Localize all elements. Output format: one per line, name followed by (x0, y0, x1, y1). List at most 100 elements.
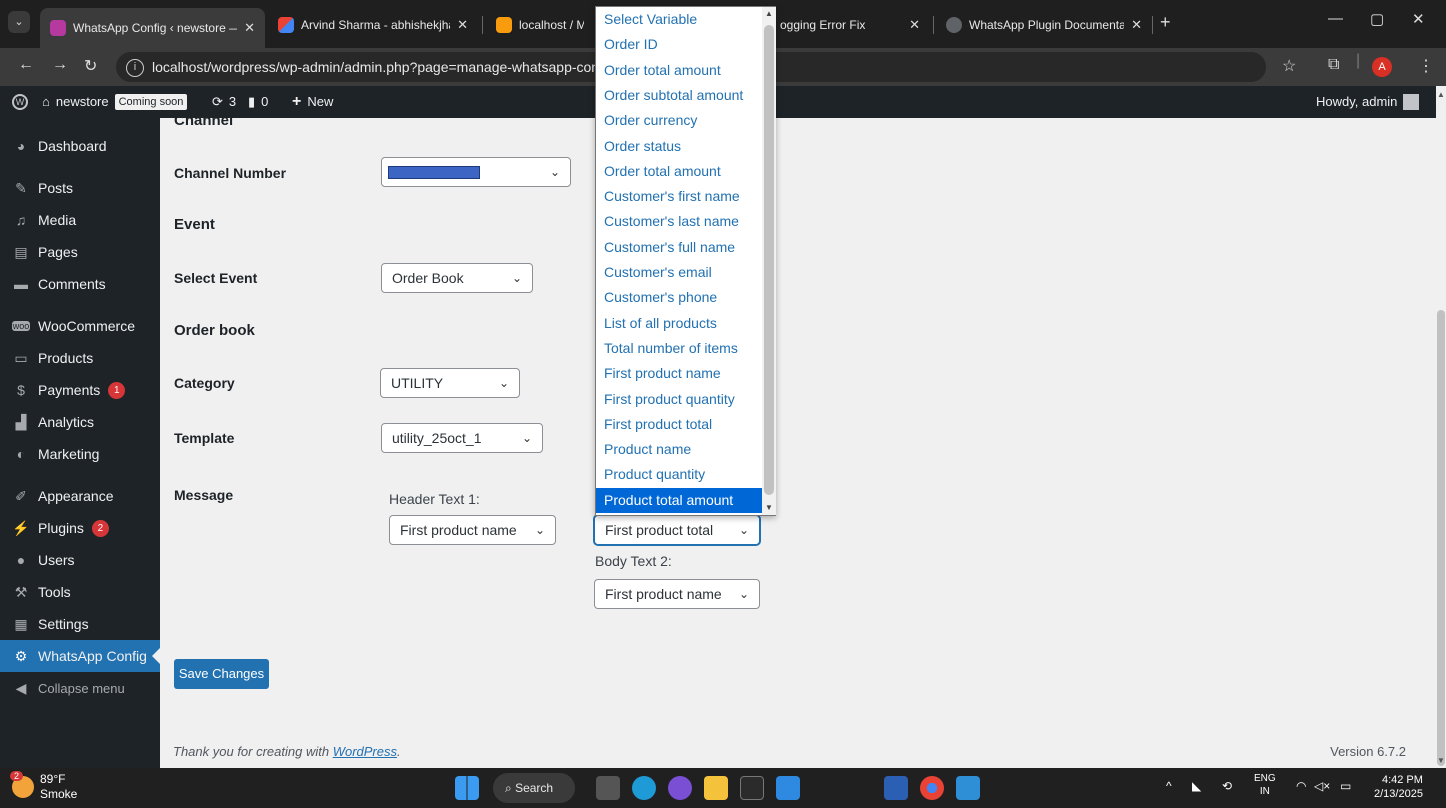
scroll-up-arrow-icon[interactable]: ▲ (1437, 90, 1445, 99)
browser-tab-logging-error-fix[interactable]: ogging Error Fix ✕ (770, 8, 930, 42)
browser-tab-whatsapp-config[interactable]: WhatsApp Config ‹ newstore — ✕ (40, 8, 265, 48)
wordpress-link[interactable]: WordPress (333, 744, 397, 759)
site-info-icon[interactable]: i (126, 59, 144, 78)
battery-icon[interactable]: ▭ (1340, 779, 1351, 793)
sidebar-item-comments[interactable]: ▬ Comments (0, 268, 160, 300)
close-tab-icon[interactable]: ✕ (457, 17, 468, 33)
my-account-link[interactable]: Howdy, admin (1316, 86, 1420, 118)
dropdown-option[interactable]: Customer's email (596, 260, 762, 285)
dropdown-scrollbar[interactable]: ▲ ▼ (762, 7, 776, 515)
browser-tab-gmail[interactable]: Arvind Sharma - abhishekjha.al ✕ (268, 8, 478, 42)
save-changes-button[interactable]: Save Changes (174, 659, 269, 689)
select-event-dropdown[interactable]: Order Book ⌄ (381, 263, 533, 293)
dropdown-option[interactable]: Customer's phone (596, 285, 762, 310)
scroll-down-arrow-icon[interactable]: ▼ (765, 503, 773, 512)
edge-icon[interactable] (632, 776, 656, 800)
wifi-icon[interactable]: ◠ (1296, 779, 1306, 793)
sidebar-item-products[interactable]: ▭ Products (0, 342, 160, 374)
sidebar-item-posts[interactable]: ✎ Posts (0, 172, 160, 204)
dropdown-option[interactable]: Order currency (596, 108, 762, 133)
dropdown-scrollbar-thumb[interactable] (764, 25, 774, 495)
category-select[interactable]: UTILITY ⌄ (380, 368, 520, 398)
dropdown-option[interactable]: Product total amount (596, 487, 762, 513)
wordpress-logo-icon[interactable]: W (12, 86, 28, 118)
dropdown-option[interactable]: First product name (596, 361, 762, 386)
weather-widget[interactable]: 89°F Smoke (40, 772, 77, 802)
dropdown-option[interactable]: Order total amount (596, 159, 762, 184)
minimize-icon[interactable]: — (1328, 10, 1343, 27)
browser-tab-phpmyadmin[interactable]: localhost / MyS (486, 8, 594, 42)
scrollbar-thumb[interactable] (1437, 310, 1445, 766)
sidebar-item-plugins[interactable]: ⚡ Plugins 2 (0, 512, 160, 544)
copilot-icon[interactable] (668, 776, 692, 800)
browser-menu-icon[interactable]: ⋮ (1418, 56, 1434, 76)
dropdown-option[interactable]: First product total (596, 412, 762, 437)
clock[interactable]: 4:42 PM 2/13/2025 (1374, 773, 1423, 801)
dropdown-option[interactable]: Order total amount (596, 58, 762, 83)
browser-tab-plugin-docs[interactable]: WhatsApp Plugin Documentati ✕ (936, 8, 1152, 42)
sidebar-item-tools[interactable]: ⚒ Tools (0, 576, 160, 608)
bookmark-star-icon[interactable]: ☆ (1282, 56, 1296, 76)
tray-overflow-chevron-icon[interactable]: ^ (1166, 779, 1172, 793)
window-close-icon[interactable]: ✕ (1412, 10, 1425, 28)
scroll-down-arrow-icon[interactable]: ▼ (1437, 756, 1445, 765)
language-indicator[interactable]: ENG IN (1254, 772, 1276, 798)
close-tab-icon[interactable]: ✕ (244, 20, 255, 36)
taskbar-search[interactable]: ⌕ Search (493, 773, 575, 803)
dropdown-option[interactable]: Customer's first name (596, 184, 762, 209)
photos-icon[interactable] (956, 776, 980, 800)
sidebar-item-analytics[interactable]: ▟ Analytics (0, 406, 160, 438)
word-icon[interactable] (884, 776, 908, 800)
dropdown-option[interactable]: Order subtotal amount (596, 83, 762, 108)
store-icon[interactable] (740, 776, 764, 800)
close-tab-icon[interactable]: ✕ (1131, 17, 1142, 33)
dropdown-option[interactable]: Customer's full name (596, 235, 762, 260)
dropdown-option[interactable]: Total number of items (596, 336, 762, 361)
sidebar-item-settings[interactable]: ▦ Settings (0, 608, 160, 640)
site-name-link[interactable]: ⌂ newstore Coming soon (42, 86, 188, 118)
sidebar-item-pages[interactable]: ▤ Pages (0, 236, 160, 268)
collapse-menu-button[interactable]: ◀ Collapse menu (0, 672, 160, 704)
chrome-icon[interactable] (920, 776, 944, 800)
profile-avatar[interactable]: A (1372, 57, 1392, 77)
close-tab-icon[interactable]: ✕ (909, 17, 920, 33)
extensions-icon[interactable]: ⧉ (1328, 56, 1339, 74)
dropdown-option[interactable]: Product name (596, 437, 762, 462)
sidebar-item-woocommerce[interactable]: woo WooCommerce (0, 310, 160, 342)
sidebar-item-marketing[interactable]: ◐ Marketing (0, 438, 160, 470)
dropdown-option[interactable]: Order status (596, 134, 762, 159)
page-scrollbar[interactable]: ▲ ▼ (1436, 86, 1446, 768)
volume-muted-icon[interactable]: ◁× (1314, 779, 1330, 793)
new-content-link[interactable]: + New (292, 86, 333, 118)
windows-start-icon[interactable] (455, 776, 479, 800)
tray-app-icon[interactable]: ◣ (1192, 779, 1201, 793)
restore-icon[interactable]: ▢ (1370, 10, 1384, 28)
new-tab-plus-icon[interactable]: + (1160, 12, 1171, 33)
dropdown-option[interactable]: First product quantity (596, 387, 762, 412)
back-arrow-icon[interactable]: ← (18, 56, 34, 74)
tab-search-button[interactable]: ⌄ (8, 11, 30, 33)
tray-sync-icon[interactable]: ⟲ (1222, 779, 1232, 793)
sidebar-item-appearance[interactable]: ✐ Appearance (0, 480, 160, 512)
header-text-select[interactable]: First product name ⌄ (389, 515, 556, 545)
template-select[interactable]: utility_25oct_1 ⌄ (381, 423, 543, 453)
task-view-icon[interactable] (596, 776, 620, 800)
file-explorer-icon[interactable] (704, 776, 728, 800)
vscode-icon[interactable] (776, 776, 800, 800)
sidebar-item-users[interactable]: ● Users (0, 544, 160, 576)
reload-icon[interactable]: ↻ (84, 56, 97, 76)
sidebar-item-dashboard[interactable]: ◕ Dashboard (0, 130, 160, 162)
body-text-2-select[interactable]: First product name ⌄ (594, 579, 760, 609)
dropdown-option[interactable]: List of all products (596, 311, 762, 336)
dropdown-option[interactable]: Customer's last name (596, 209, 762, 234)
body-text-1-select[interactable]: First product total ⌄ (594, 515, 760, 545)
sidebar-item-media[interactable]: ♫ Media (0, 204, 160, 236)
dropdown-option[interactable]: Order ID (596, 32, 762, 57)
sidebar-item-whatsapp-config[interactable]: ⚙ WhatsApp Config (0, 640, 160, 672)
variable-dropdown-list[interactable]: Select Variable Order ID Order total amoun… (595, 6, 776, 516)
scroll-up-arrow-icon[interactable]: ▲ (765, 9, 773, 18)
comments-link[interactable]: ▮ 0 (248, 86, 268, 118)
dropdown-option[interactable]: Product quantity (596, 462, 762, 487)
forward-arrow-icon[interactable]: → (52, 56, 68, 74)
channel-number-select[interactable]: ⌄ (381, 157, 571, 187)
